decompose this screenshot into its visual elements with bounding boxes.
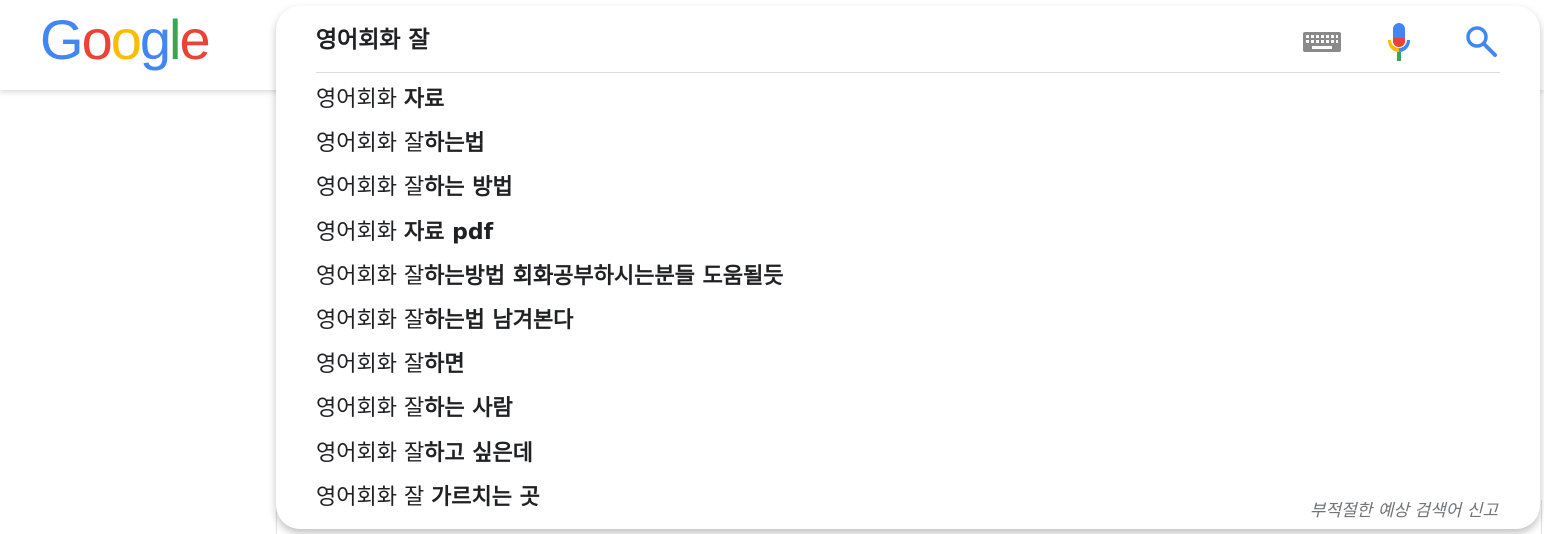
suggestion-completion: 하는 사람	[424, 396, 513, 422]
logo-letter: g	[139, 8, 171, 71]
suggestion-completion: 가르치는 곳	[431, 484, 541, 510]
suggestion-completion: 하는법	[424, 131, 485, 157]
logo-letter: G	[40, 8, 84, 71]
suggestion-list: 영어회화 자료 영어회화 잘하는법 영어회화 잘하는 방법 영어회화 자료 pd…	[276, 78, 1540, 520]
suggestion-item[interactable]: 영어회화 잘하면	[276, 343, 1540, 387]
suggestion-completion: 하는법 남겨본다	[424, 307, 574, 333]
suggestion-prefix: 영어회화 잘	[316, 352, 425, 378]
report-predictions-link[interactable]: 부적절한 예상 검색어 신고	[1310, 496, 1498, 521]
suggestion-prefix: 영어회화 잘	[316, 307, 425, 333]
suggestion-item[interactable]: 영어회화 잘하는법	[276, 122, 1540, 166]
suggestion-item[interactable]: 영어회화 잘하는 사람	[276, 387, 1540, 431]
suggestion-prefix: 영어회화 잘	[316, 175, 425, 201]
google-logo[interactable]: Google	[40, 6, 211, 74]
suggestion-completion: 하면	[424, 352, 465, 378]
suggestion-item[interactable]: 영어회화 자료	[276, 78, 1540, 122]
search-autocomplete-panel: 영어회화 자료 영어회화 잘하는법 영어회화 잘하는 방법 영어회화 자료 pd…	[276, 6, 1540, 529]
suggestion-prefix: 영어회화 잘	[316, 396, 425, 422]
suggestion-item[interactable]: 영어회화 자료 pdf	[276, 211, 1540, 255]
search-input[interactable]	[316, 22, 1266, 58]
suggestion-item[interactable]: 영어회화 잘하는방법 회화공부하시는분들 도움될듯	[276, 255, 1540, 299]
search-box	[276, 6, 1540, 74]
suggestion-item[interactable]: 영어회화 잘하는법 남겨본다	[276, 299, 1540, 343]
suggestion-prefix: 영어회화	[316, 219, 404, 245]
divider	[316, 72, 1500, 73]
logo-letter: l	[169, 8, 182, 71]
keyboard-icon[interactable]	[1303, 32, 1341, 52]
microphone-icon[interactable]	[1385, 22, 1413, 62]
suggestion-prefix: 영어회화 잘	[316, 440, 425, 466]
search-icon[interactable]	[1464, 24, 1498, 58]
logo-letter: o	[110, 8, 142, 71]
suggestion-prefix: 영어회화	[316, 87, 404, 112]
suggestion-completion: 하는방법 회화공부하시는분들 도움될듯	[424, 263, 784, 289]
suggestion-completion: 자료 pdf	[403, 219, 494, 245]
suggestion-completion: 자료	[403, 87, 445, 112]
logo-letter: o	[81, 8, 113, 71]
suggestion-completion: 하는 방법	[424, 175, 513, 201]
suggestion-prefix: 영어회화 잘	[316, 263, 425, 289]
suggestion-completion: 하고 싶은데	[424, 440, 534, 466]
suggestion-item[interactable]: 영어회화 잘하는 방법	[276, 166, 1540, 210]
logo-letter: e	[179, 8, 210, 71]
suggestion-item[interactable]: 영어회화 잘하고 싶은데	[276, 432, 1540, 476]
suggestion-prefix: 영어회화 잘	[316, 484, 432, 510]
suggestion-prefix: 영어회화 잘	[316, 131, 425, 157]
